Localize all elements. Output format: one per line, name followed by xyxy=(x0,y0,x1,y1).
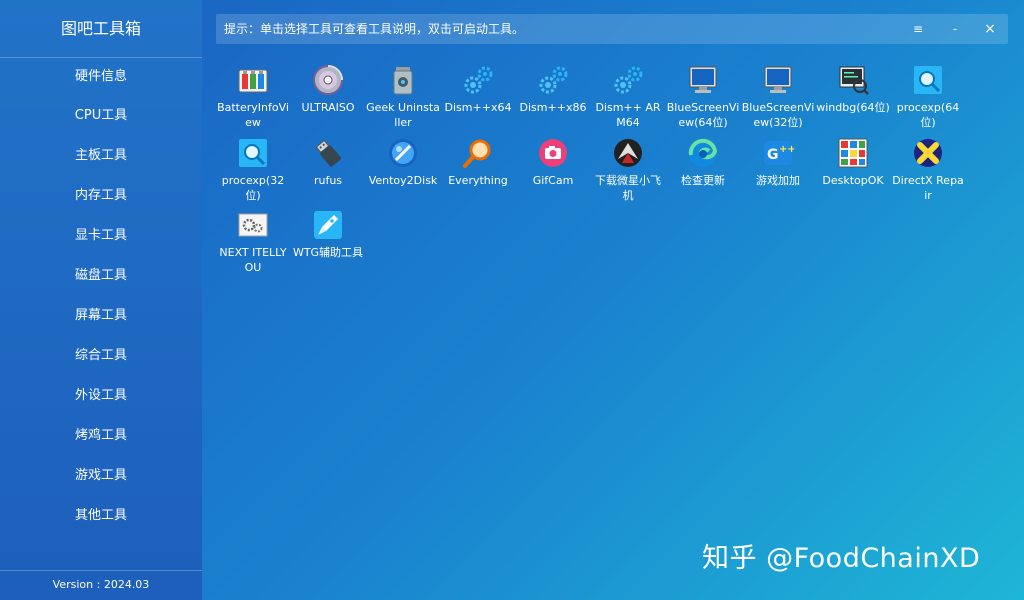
tool-geek-uninstaller[interactable]: Geek Uninstaller xyxy=(366,60,440,130)
tool-label: Dism++x64 xyxy=(444,101,512,114)
tool-everything[interactable]: Everything xyxy=(441,133,515,203)
sidebar-item-hardware-info[interactable]: 硬件信息 xyxy=(0,58,202,96)
tool-label: DirectX Repair xyxy=(892,174,964,202)
tool-label: WTG辅助工具 xyxy=(292,246,364,259)
sidebar-item-peripheral-tools[interactable]: 外设工具 xyxy=(0,376,202,416)
tool-label: Everything xyxy=(448,174,508,187)
afterburner-icon xyxy=(614,139,642,167)
tool-next-itellyou[interactable]: NEXT ITELLYOU xyxy=(216,205,290,275)
magnifier-icon xyxy=(463,139,491,168)
tool-rufus[interactable]: rufus xyxy=(291,133,365,203)
tool-dism-arm64[interactable]: Dism++ ARM64 xyxy=(591,60,665,130)
svg-text:++: ++ xyxy=(779,144,794,155)
hint-text: 提示：单击选择工具可查看工具说明，双击可启动工具。 xyxy=(224,22,525,36)
tool-label: NEXT ITELLYOU xyxy=(219,246,287,274)
tool-label: rufus xyxy=(313,174,343,187)
tool-game-plus[interactable]: G ++ 游戏加加 xyxy=(741,133,815,203)
tool-label: ULTRAISO xyxy=(301,101,355,114)
tool-batteryinfoview[interactable]: BatteryInfoView xyxy=(216,60,290,130)
version-label: Version : 2024.03 xyxy=(0,570,202,600)
tool-label: Geek Uninstaller xyxy=(366,101,440,129)
rocket-icon xyxy=(314,211,342,239)
usb-drive-icon xyxy=(315,139,341,167)
sidebar-item-motherboard-tools[interactable]: 主板工具 xyxy=(0,136,202,176)
gear-window-icon xyxy=(238,213,268,237)
hint-bar: 提示：单击选择工具可查看工具说明，双击可启动工具。 ≡ - × xyxy=(216,14,1008,44)
menu-button[interactable]: ≡ xyxy=(906,14,930,44)
gears-icon xyxy=(614,66,643,94)
sidebar-item-game-tools[interactable]: 游戏工具 xyxy=(0,456,202,496)
monitor-icon xyxy=(689,66,717,93)
gears-icon xyxy=(539,66,568,94)
directx-icon xyxy=(914,139,942,167)
sidebar-item-gpu-tools[interactable]: 显卡工具 xyxy=(0,216,202,256)
desktop-grid-icon xyxy=(838,138,868,168)
gears-icon xyxy=(464,66,493,94)
tool-directx-repair[interactable]: DirectX Repair xyxy=(891,133,965,203)
sidebar: 图吧工具箱 硬件信息 CPU工具 主板工具 内存工具 显卡工具 磁盘工具 屏幕工… xyxy=(0,0,202,600)
sidebar-item-general-tools[interactable]: 综合工具 xyxy=(0,336,202,376)
sidebar-item-other-tools[interactable]: 其他工具 xyxy=(0,496,202,536)
process-search-icon xyxy=(914,66,942,94)
tool-dism-x64[interactable]: Dism++x64 xyxy=(441,60,515,130)
tool-msi-afterburner-download[interactable]: 下载微星小飞机 xyxy=(591,133,665,203)
sidebar-item-disk-tools[interactable]: 磁盘工具 xyxy=(0,256,202,296)
tool-label: Dism++x86 xyxy=(519,101,587,114)
tool-label: 下载微星小飞机 xyxy=(595,174,661,202)
sidebar-nav: 硬件信息 CPU工具 主板工具 内存工具 显卡工具 磁盘工具 屏幕工具 综合工具… xyxy=(0,58,202,536)
sidebar-item-stress-tools[interactable]: 烤鸡工具 xyxy=(0,416,202,456)
tool-label: BlueScreenView(32位) xyxy=(741,101,815,129)
sidebar-item-screen-tools[interactable]: 屏幕工具 xyxy=(0,296,202,336)
tool-desktopok[interactable]: DesktopOK xyxy=(816,133,890,203)
watermark: 知乎 @FoodChainXD xyxy=(702,543,981,574)
tool-label: procexp(64位) xyxy=(896,101,960,129)
game-plus-icon: G ++ xyxy=(764,141,794,165)
tool-grid: BatteryInfoView ULTRAISO Geek Uninstalle… xyxy=(216,60,1016,290)
tool-label: Dism++ ARM64 xyxy=(595,101,661,129)
debugger-icon xyxy=(839,66,869,95)
battery-icon xyxy=(238,69,268,93)
tool-label: DesktopOK xyxy=(822,174,884,187)
tool-bluescreenview-64[interactable]: BlueScreenView(64位) xyxy=(666,60,740,130)
trash-can-icon xyxy=(393,67,413,95)
app-title: 图吧工具箱 xyxy=(0,0,202,58)
sidebar-item-cpu-tools[interactable]: CPU工具 xyxy=(0,96,202,136)
tool-label: Ventoy2Disk xyxy=(368,174,438,187)
tool-procexp-32[interactable]: procexp(32位) xyxy=(216,133,290,203)
tool-label: BlueScreenView(64位) xyxy=(666,101,740,129)
svg-text:G: G xyxy=(767,147,779,163)
sidebar-item-memory-tools[interactable]: 内存工具 xyxy=(0,176,202,216)
disc-icon xyxy=(313,65,343,95)
close-button[interactable]: × xyxy=(978,14,1002,44)
monitor-icon xyxy=(764,66,792,93)
tool-label: procexp(32位) xyxy=(221,174,285,202)
tool-dism-x86[interactable]: Dism++x86 xyxy=(516,60,590,130)
process-search-icon xyxy=(239,139,267,167)
tool-wtg-helper[interactable]: WTG辅助工具 xyxy=(291,205,365,275)
tool-label: GifCam xyxy=(532,174,574,187)
tool-procexp-64[interactable]: procexp(64位) xyxy=(891,60,965,130)
ventoy-icon xyxy=(389,139,417,167)
tool-windbg-64[interactable]: windbg(64位) xyxy=(816,60,890,130)
tool-bluescreenview-32[interactable]: BlueScreenView(32位) xyxy=(741,60,815,130)
tool-ultraiso[interactable]: ULTRAISO xyxy=(291,60,365,130)
tool-label: 检查更新 xyxy=(681,174,725,187)
tool-gifcam[interactable]: GifCam xyxy=(516,133,590,203)
tool-label: windbg(64位) xyxy=(816,101,890,114)
tool-label: 游戏加加 xyxy=(756,174,800,187)
tool-label: BatteryInfoView xyxy=(217,101,289,129)
minimize-button[interactable]: - xyxy=(943,14,967,44)
edge-icon xyxy=(688,138,718,167)
tool-ventoy2disk[interactable]: Ventoy2Disk xyxy=(366,133,440,203)
camera-icon xyxy=(539,139,567,167)
tool-check-update[interactable]: 检查更新 xyxy=(666,133,740,203)
